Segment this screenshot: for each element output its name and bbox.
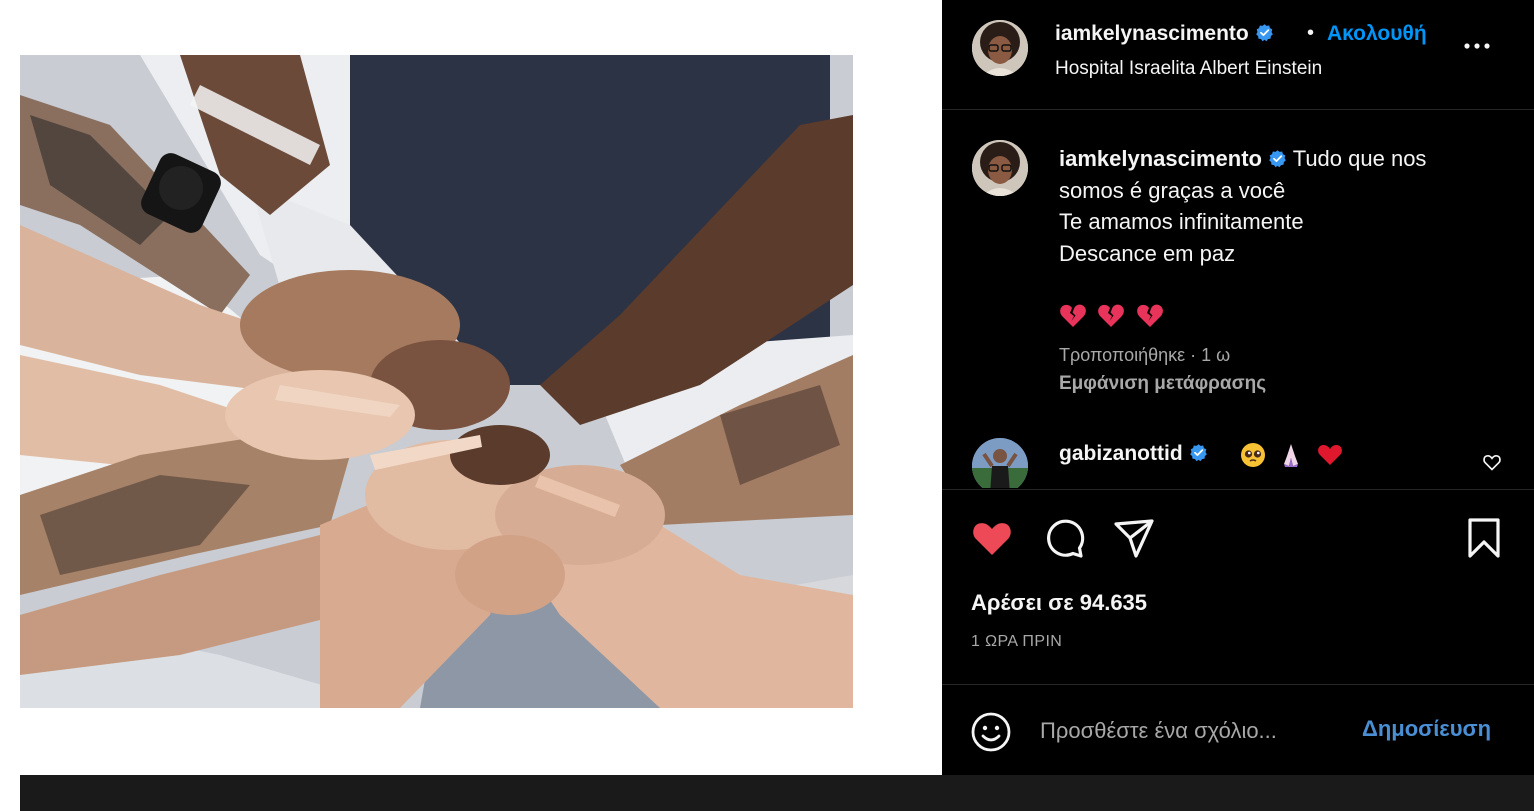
like-comment-icon[interactable] xyxy=(1482,452,1502,472)
folded-hands-icon xyxy=(1278,442,1304,468)
caption-line: Tudo que nos xyxy=(1292,146,1427,171)
share-icon[interactable] xyxy=(1112,516,1156,560)
post-actions: Αρέσει σε 94.635 1 ΩΡΑ ΠΡΙΝ xyxy=(942,489,1534,684)
bottom-strip xyxy=(20,775,1534,811)
broken-heart-icon xyxy=(1060,304,1086,327)
emoji-smiley-icon[interactable] xyxy=(970,711,1012,753)
verified-badge-icon xyxy=(1269,150,1286,168)
author-username[interactable]: iamkelynascimento xyxy=(1055,22,1274,46)
comment-emojis xyxy=(1240,442,1351,468)
post-header: iamkelynascimento • Ακολουθή Hospital Is… xyxy=(942,0,1534,110)
caption-line: somos é graças a você xyxy=(1059,177,1286,203)
more-options-icon[interactable] xyxy=(1462,36,1492,56)
commenter-username[interactable]: gabizanottid xyxy=(1059,442,1208,466)
caption-line: Descance em paz xyxy=(1059,240,1236,266)
heart-icon[interactable] xyxy=(970,516,1014,560)
caption-emojis xyxy=(1059,303,1170,331)
comment-input[interactable] xyxy=(1040,715,1340,747)
commenter-avatar[interactable] xyxy=(972,438,1028,488)
author-avatar-image xyxy=(972,20,1028,76)
caption-text: iamkelynascimento Tudo que nos somos é g… xyxy=(1059,143,1499,269)
add-comment-bar: Δημοσίευση xyxy=(942,684,1534,775)
caption-and-comments[interactable]: iamkelynascimento Tudo que nos somos é g… xyxy=(942,111,1534,489)
commenter-username-text[interactable]: gabizanottid xyxy=(1059,442,1183,465)
verified-badge-icon xyxy=(1255,24,1273,42)
caption-avatar-image xyxy=(972,140,1028,196)
instagram-post-view: iamkelynascimento • Ακολουθή Hospital Is… xyxy=(0,0,1534,811)
verified-badge-icon xyxy=(1189,444,1207,462)
follow-button[interactable]: Ακολουθή xyxy=(1327,22,1437,46)
red-heart-icon xyxy=(1317,442,1343,468)
post-comment-button[interactable]: Δημοσίευση xyxy=(1362,716,1491,742)
post-photo[interactable] xyxy=(20,55,853,708)
author-username-text[interactable]: iamkelynascimento xyxy=(1055,22,1249,45)
caption-author-avatar[interactable] xyxy=(972,140,1028,196)
caption-username[interactable]: iamkelynascimento xyxy=(1059,146,1262,171)
post-location-link[interactable]: Hospital Israelita Albert Einstein xyxy=(1055,58,1322,80)
bookmark-icon[interactable] xyxy=(1462,516,1506,560)
edited-timestamp: Τροποποιήθηκε · 1 ω xyxy=(1059,345,1231,365)
post-side-panel: iamkelynascimento • Ακολουθή Hospital Is… xyxy=(942,0,1534,775)
author-avatar[interactable] xyxy=(972,20,1028,76)
caption-line: Te amamos infinitamente xyxy=(1059,209,1304,234)
comment-icon[interactable] xyxy=(1042,516,1086,560)
commenter-avatar-image xyxy=(972,438,1028,488)
broken-heart-icon xyxy=(1098,304,1125,327)
likes-count[interactable]: Αρέσει σε 94.635 xyxy=(971,590,1147,616)
comment-item: gabizanottid xyxy=(942,438,1534,488)
separator-dot: • xyxy=(1307,22,1315,44)
see-translation-link[interactable]: Εμφάνιση μετάφρασης xyxy=(1059,373,1266,395)
post-photo-image xyxy=(20,55,853,708)
pleading-face-icon xyxy=(1240,442,1266,468)
post-time-ago[interactable]: 1 ΩΡΑ ΠΡΙΝ xyxy=(971,633,1062,651)
broken-heart-icon xyxy=(1137,304,1163,327)
